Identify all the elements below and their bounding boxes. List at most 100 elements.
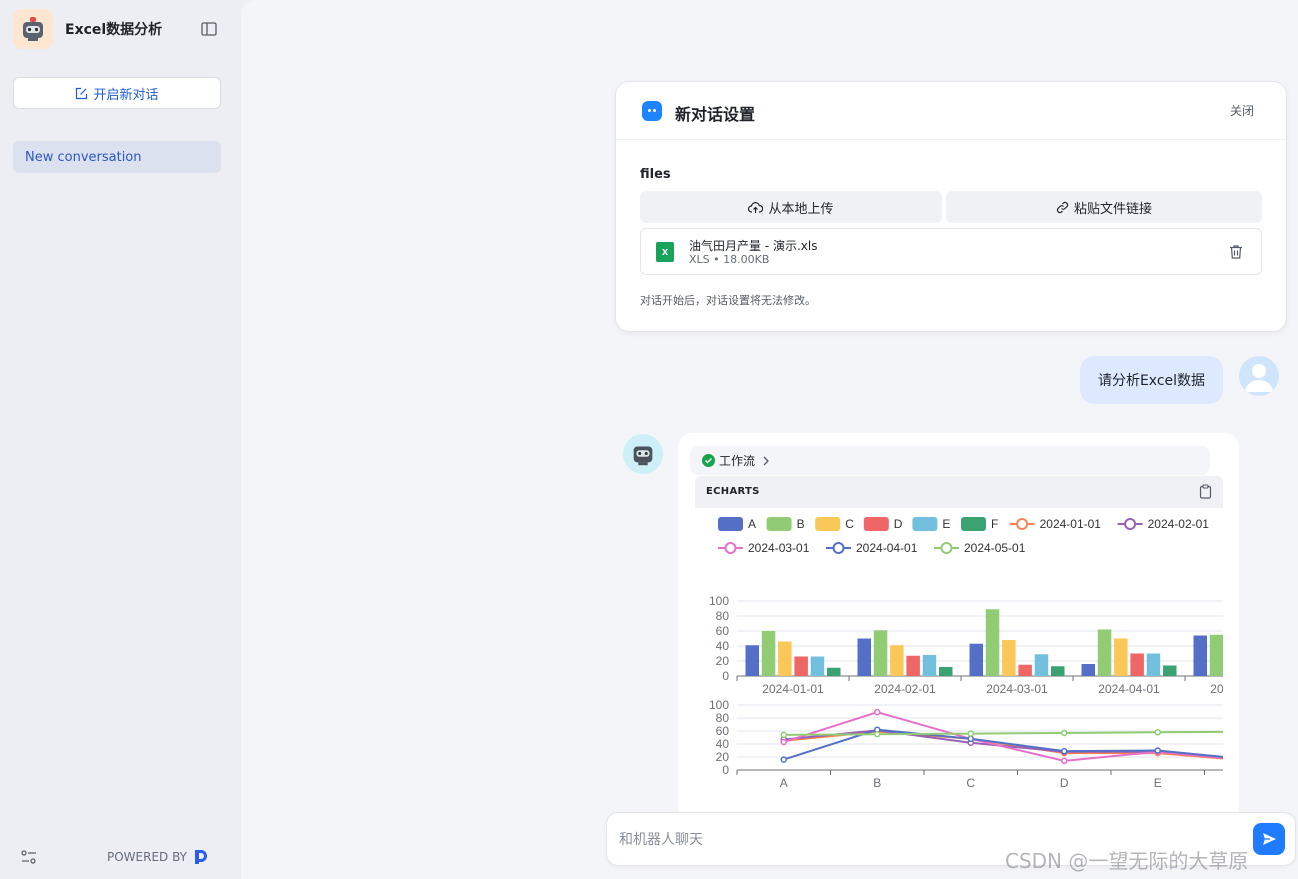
line-xtick-label: A <box>780 776 788 790</box>
bar-B-2024-01-01 <box>761 631 776 676</box>
bar-D-2024-01-01 <box>794 656 808 676</box>
legend-marker-2024-02-01 <box>1124 518 1137 530</box>
bar-E-2024-04-01 <box>1146 653 1161 676</box>
bar-D-2024-04-01 <box>1130 653 1144 676</box>
bar-C-2024-01-01 <box>778 641 792 676</box>
line-xtick-label: C <box>966 776 975 790</box>
legend-label: E <box>942 517 950 531</box>
legend-marker-2024-05-01 <box>940 542 953 554</box>
legend-label: D <box>894 517 903 531</box>
bar-A-2024-04-01 <box>1081 664 1095 676</box>
line-ytick-label: 20 <box>716 750 730 764</box>
paste-link-button[interactable]: 粘贴文件链接 <box>946 191 1262 223</box>
line-point-2024-04-01-D <box>1061 747 1068 755</box>
bar-C-2024-03-01 <box>1002 640 1016 676</box>
bar-ytick-label: 100 <box>709 594 729 608</box>
line-point-2024-05-01-B <box>874 731 881 738</box>
trash-icon <box>1230 245 1242 259</box>
new-chat-button[interactable]: 开启新对话 <box>13 77 221 109</box>
send-button[interactable] <box>1253 823 1285 855</box>
bar-F-2024-01-01 <box>827 667 841 676</box>
line-point-2024-05-01-A <box>780 731 787 739</box>
bar-E-2024-01-01 <box>810 656 825 676</box>
bar-A-2024-02-01 <box>857 638 871 676</box>
bar-xtick-label: 2024-01-01 <box>762 682 824 696</box>
new-chat-label: 开启新对话 <box>93 87 159 103</box>
upload-local-button[interactable]: 从本地上传 <box>640 191 942 223</box>
line-point-2024-05-01-D <box>1061 729 1068 737</box>
conversation-item[interactable]: New conversation <box>13 141 221 173</box>
cloud-upload-icon <box>748 201 764 213</box>
line-point-2024-04-01-E <box>1154 747 1161 754</box>
bar-xtick-label: 2024-03-01 <box>986 682 1048 696</box>
legend-label: B <box>797 517 805 531</box>
bar-B-2024-04-01 <box>1097 629 1112 676</box>
bar-F-2024-02-01 <box>939 667 953 676</box>
line-point-2024-04-01-C <box>967 735 974 743</box>
bar-A-2024-01-01 <box>745 645 759 676</box>
legend-label: F <box>991 517 998 531</box>
bar-ytick-label: 0 <box>722 669 729 683</box>
close-button[interactable]: 关闭 <box>1230 102 1254 119</box>
user-icon <box>1245 364 1273 392</box>
line-point-2024-05-01-E <box>1154 729 1161 736</box>
brand-logo-icon <box>195 850 208 864</box>
line-xtick-label: B <box>873 776 881 790</box>
card-header: 新对话设置 关闭 <box>616 82 1286 140</box>
conversation-settings-card: 新对话设置 关闭 files 从本地上传 粘贴文件链接 x 油气田月产量 - 演… <box>615 81 1287 332</box>
bar-C-2024-02-01 <box>890 645 904 676</box>
bar-E-2024-03-01 <box>1034 654 1049 676</box>
bar-F-2024-03-01 <box>1051 666 1065 676</box>
delete-file-button[interactable] <box>1229 244 1243 260</box>
legend-label: 2024-04-01 <box>856 541 918 555</box>
link-icon <box>1056 201 1069 213</box>
bar-F-2024-04-01 <box>1163 665 1177 676</box>
legend-label: 2024-03-01 <box>748 541 810 555</box>
line-ytick-label: 80 <box>716 711 730 725</box>
workflow-toggle[interactable]: 工作流 <box>690 446 1210 475</box>
line-ytick-label: 40 <box>716 737 730 751</box>
bar-ytick-label: 80 <box>716 609 730 623</box>
echarts-chart: A B C D E F 2024-01-01 2024-02-01 2024-03-01 2024… <box>709 517 1223 790</box>
bar-B-2024-03-01 <box>985 609 1000 676</box>
send-icon <box>1263 833 1276 845</box>
line-ytick-label: 0 <box>722 763 729 777</box>
line-point-2024-04-01-A <box>780 756 787 763</box>
powered-by: POWERED BY <box>107 849 209 865</box>
copy-button[interactable] <box>1199 484 1213 499</box>
bar-B-2024-05-01 <box>1209 634 1223 676</box>
bar-D-2024-03-01 <box>1018 664 1032 676</box>
bar-xtick-label: 2024-05-01 <box>1210 682 1223 696</box>
legend-marker-2024-01-01 <box>1016 518 1029 530</box>
bar-xtick-label: 2024-04-01 <box>1098 682 1160 696</box>
legend-swatch-A <box>718 517 743 531</box>
bar-A-2024-03-01 <box>969 643 983 676</box>
line-point-2024-03-01-D <box>1061 757 1068 765</box>
legend-label: C <box>845 517 854 531</box>
bar-E-2024-02-01 <box>922 655 937 676</box>
bar-C-2024-04-01 <box>1114 638 1128 676</box>
file-name: 油气田月产量 - 演示.xls <box>689 239 818 253</box>
legend-label: 2024-05-01 <box>964 541 1026 555</box>
app-logo <box>13 9 53 49</box>
paste-link-label: 粘贴文件链接 <box>1073 201 1152 217</box>
edit-icon <box>76 87 88 99</box>
echarts-label: ECHARTS <box>706 486 760 497</box>
bar-ytick-label: 20 <box>716 654 730 668</box>
user-message: 请分析Excel数据 <box>1080 356 1223 404</box>
settings-button[interactable] <box>20 849 38 865</box>
collapse-sidebar-button[interactable] <box>199 19 219 39</box>
legend-swatch-D <box>863 517 889 531</box>
powered-by-label: POWERED BY <box>107 850 188 864</box>
bot-icon <box>642 101 662 121</box>
clipboard-icon <box>1199 484 1212 499</box>
bar-xtick-label: 2024-02-01 <box>874 682 936 696</box>
line-xtick-label: E <box>1154 776 1162 790</box>
attached-file: x 油气田月产量 - 演示.xls XLS • 18.00KB <box>640 228 1262 275</box>
sliders-icon <box>21 850 36 864</box>
bar-D-2024-02-01 <box>906 655 920 676</box>
legend-marker-2024-03-01 <box>724 542 737 554</box>
settings-note: 对话开始后，对话设置将无法修改。 <box>640 294 816 307</box>
chevron-right-icon <box>763 456 769 465</box>
legend-swatch-C <box>815 517 841 531</box>
